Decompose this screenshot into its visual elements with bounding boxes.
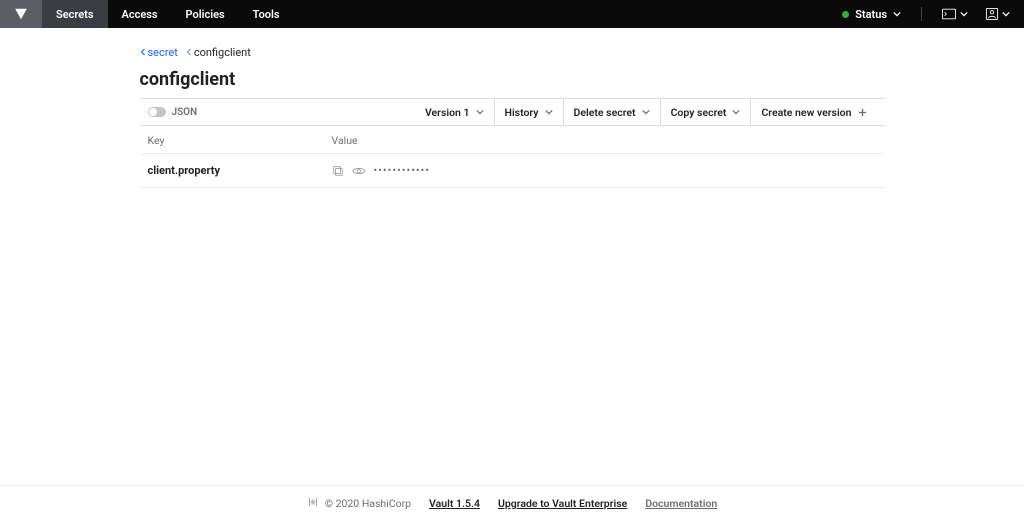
- column-header-key: Key: [148, 134, 332, 147]
- main-content: secret configclient configclient JSON Ve…: [0, 28, 1024, 485]
- history-label: History: [505, 106, 539, 119]
- secret-toolbar: JSON Version 1 History Delete secret Cop…: [140, 98, 885, 126]
- chevron-down-icon: [642, 108, 650, 116]
- copy-secret-label: Copy secret: [671, 106, 727, 119]
- plus-icon: [858, 108, 867, 117]
- console-dropdown[interactable]: [938, 8, 972, 20]
- json-toggle-label: JSON: [172, 107, 198, 118]
- nav-items: Secrets Access Policies Tools: [42, 0, 294, 28]
- nav-item-secrets[interactable]: Secrets: [42, 0, 108, 28]
- json-toggle[interactable]: JSON: [148, 107, 198, 118]
- chevron-down-icon: [545, 108, 553, 116]
- breadcrumb: secret configclient: [140, 46, 885, 59]
- chevron-down-icon: [732, 108, 740, 116]
- status-label: Status: [855, 8, 887, 21]
- chevron-left-icon: [186, 46, 192, 59]
- chevron-down-icon: [1002, 10, 1010, 18]
- column-header-value: Value: [332, 134, 877, 147]
- version-label: Version 1: [425, 106, 470, 119]
- create-version-button[interactable]: Create new version: [750, 99, 876, 125]
- breadcrumb-parent-label: secret: [148, 46, 178, 59]
- user-dropdown[interactable]: [982, 8, 1014, 20]
- terminal-icon: [942, 8, 956, 20]
- row-key: client.property: [148, 164, 332, 177]
- page-title: configclient: [140, 69, 885, 90]
- footer-upgrade-link[interactable]: Upgrade to Vault Enterprise: [498, 497, 627, 510]
- copy-secret-dropdown[interactable]: Copy secret: [660, 99, 751, 125]
- create-version-label: Create new version: [761, 106, 851, 119]
- version-dropdown[interactable]: Version 1: [415, 99, 494, 125]
- footer-copyright: © 2020 HashiCorp: [325, 497, 411, 510]
- masked-value: ••••••••••••: [374, 164, 431, 177]
- footer-docs-link[interactable]: Documentation: [645, 497, 717, 510]
- delete-secret-dropdown[interactable]: Delete secret: [563, 99, 660, 125]
- toggle-switch-icon: [148, 107, 166, 117]
- copy-icon[interactable]: [332, 165, 344, 177]
- footer-version-link[interactable]: Vault 1.5.4: [429, 497, 480, 510]
- delete-secret-label: Delete secret: [574, 106, 636, 119]
- table-header: Key Value: [140, 126, 885, 153]
- nav-item-tools[interactable]: Tools: [239, 0, 294, 28]
- chevron-left-icon: [140, 46, 146, 59]
- table-row: client.property ••••••••••••: [140, 153, 885, 188]
- breadcrumb-current: configclient: [186, 46, 251, 59]
- user-icon: [986, 8, 998, 20]
- eye-icon[interactable]: [352, 165, 366, 177]
- nav-divider: [921, 7, 922, 21]
- nav-right: Status: [838, 0, 1024, 28]
- vault-logo[interactable]: [0, 0, 42, 28]
- nav-item-access[interactable]: Access: [108, 0, 172, 28]
- chevron-down-icon: [893, 7, 901, 21]
- status-indicator-icon: [842, 11, 849, 18]
- breadcrumb-current-label: configclient: [194, 46, 251, 59]
- nav-item-policies[interactable]: Policies: [172, 0, 239, 28]
- top-navbar: Secrets Access Policies Tools Status: [0, 0, 1024, 28]
- chevron-down-icon: [476, 108, 484, 116]
- chevron-down-icon: [960, 10, 968, 18]
- footer: © 2020 HashiCorp Vault 1.5.4 Upgrade to …: [0, 485, 1024, 521]
- breadcrumb-parent[interactable]: secret: [140, 46, 178, 59]
- history-dropdown[interactable]: History: [494, 99, 563, 125]
- status-dropdown[interactable]: Status: [838, 7, 905, 21]
- vault-logo-icon: [14, 7, 28, 21]
- hashicorp-logo-icon: [307, 496, 319, 511]
